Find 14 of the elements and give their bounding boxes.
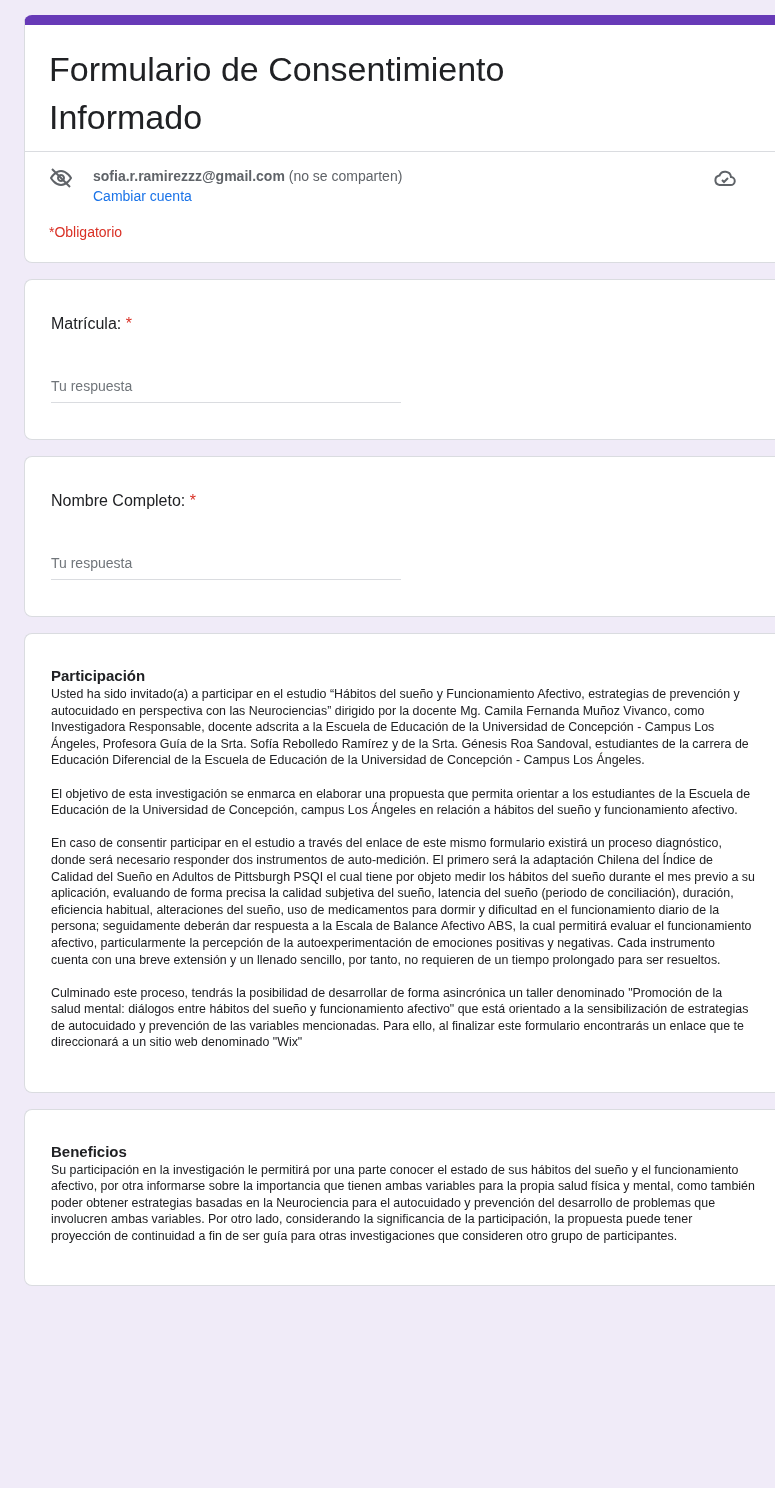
switch-account-link[interactable]: Cambiar cuenta: [93, 188, 192, 204]
section-paragraph: El objetivo de esta investigación se enmarca en elaborar una propuesta que permita orientar a los estudiantes de la Escuela de Educación de la Universidad de Concepción, campus Los Ángeles en relación a hábitos del sueño y funcionamiento afectivo.: [51, 785, 752, 819]
question-label: Nombre Completo: *: [51, 491, 197, 511]
form-title: Formulario de Consentimiento Informado: [48, 49, 506, 138]
question-label: Matrícula: *: [51, 314, 133, 334]
hidden-eye-icon: [49, 166, 73, 190]
section-paragraph: Culminado este proceso, tendrás la posibilidad de desarrollar de forma asincrónica un taller denominado "Promoción de la salud mental: diálogos entre hábitos del sueño y funcionamiento afectivo" que está orientado a la sensibilización de estrategias de autocuidado y prevención de las variables mencionadas. Para ello, al finalizar este formulario encontrarás un enlace que te direccionará a un sitio web denominado "Wix": [51, 984, 750, 1052]
account-email: sofia.r.ramirezzz@gmail.com (no se comparten): [93, 167, 404, 186]
section-paragraph: Usted ha sido invitado(a) a participar en el estudio “Hábitos del sueño y Funcionamiento Afectivo, estrategias de prevención y autocuidado en perspectiva con las Neurociencias” dirigido por la docente Mg. Camila Fernanda Muñoz Vivanco, como Investigadora Responsable, docente adscrita a la Escuela de Educación de la Universidad de Concepción - Campus Los Ángeles, Profesora Guía de la Srta. Sofía Rebolledo Ramírez y de la Srta. Génesis Roa Sandoval, estudiantes de la carrera de Educación Diferencial de la Escuela de Educación de la Universidad de Concepción - Campus Los Ángeles.: [51, 686, 750, 769]
section-paragraph: Su participación en la investigación le permitirá por una parte conocer el estado de sus hábitos del sueño y el funcionamiento afectivo, por otra informarse sobre la importancia que tienen ambas variables para la propia salud física y mental, como también poder obtener estrategias basadas en la Neurociencia para el autocuidado y prevención del desarrollo de problemas que involucren ambas variables. Por otro lado, considerando la significancia de la participación, la propuesta puede tener proyección de continuidad a fin de ser guía para otras investigaciones que consideren otro grupo de participantes.: [51, 1161, 755, 1245]
section-title: Beneficios: [51, 1141, 128, 1162]
section-paragraph: En caso de consentir participar en el estudio a través del enlace de este mismo formulario existirá un proceso diagnóstico, donde será necesario responder dos instrumentos de auto-medición. El primero será la adaptación Chilena del Índice de Calidad del Sueño en Adultos de Pittsburgh PSQI el cual tiene por objeto medir los hábitos del sueño durante el mes previo a su aplicación, evaluando de forma precisa la calidad subjetiva del sueño, latencia del sueño (periodo de conciliación), duración, eficiencia habitual, alteraciones del sueño, uso de medicamentos para dormir y dificultad en el funcionamiento diario de la persona; seguidamente deberán dar respuesta a la Escala de Balance Afectivo ABS, la cual permitirá evaluar el funcionamiento afectivo, particularmente la percepción de la autoexperimentación de emociones positivas y negativas. Cada instrumento cuenta con una breve extensión y un llenado sencillo, por tanto, no requieren de un tiempo prolongado para ser resueltos.: [51, 835, 755, 969]
required-note: *Obligatorio: [48, 223, 124, 242]
section-title: Participación: [51, 666, 147, 686]
